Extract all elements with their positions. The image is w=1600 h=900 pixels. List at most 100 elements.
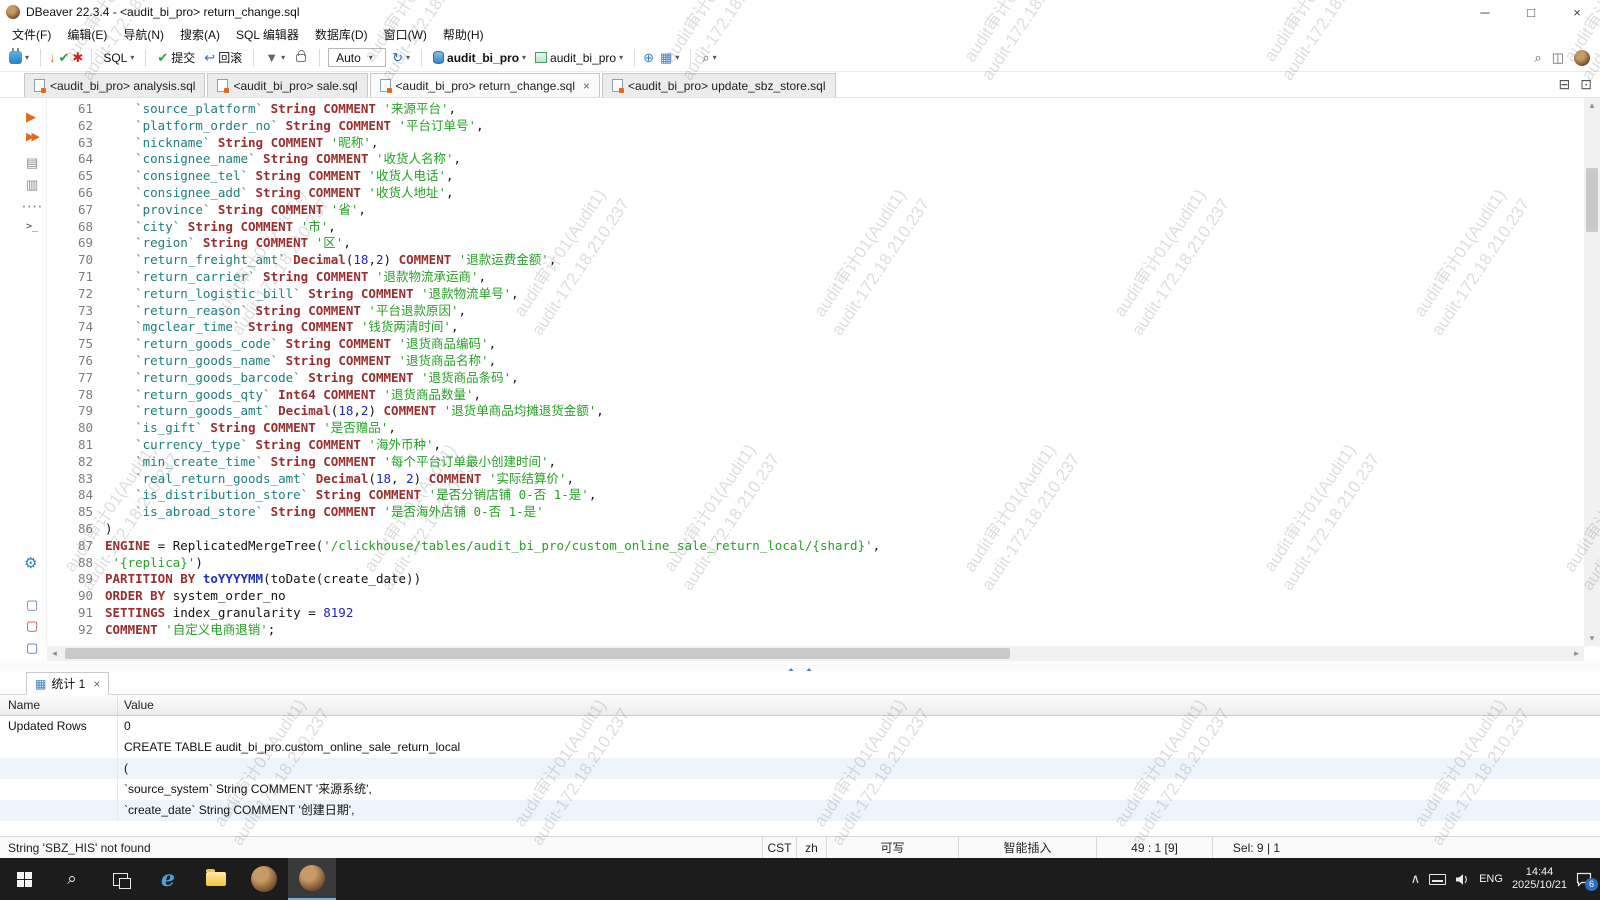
menu-item-6[interactable]: 窗口(W) (376, 24, 435, 45)
code-line[interactable]: ENGINE = ReplicatedMergeTree('/clickhous… (105, 538, 1584, 555)
stats-row[interactable]: Updated Rows0 (0, 716, 1600, 737)
export-result-icon[interactable]: ▥ (26, 178, 38, 191)
close-window-button[interactable]: × (1554, 0, 1600, 24)
panel-sash[interactable] (0, 661, 1600, 671)
code-line[interactable]: COMMENT '自定义电商退销'; (105, 622, 1584, 639)
code-line[interactable]: `consignee_name` String COMMENT '收货人名称', (105, 151, 1584, 168)
code-line[interactable]: `min_create_time` String COMMENT '每个平台订单… (105, 454, 1584, 471)
editor-tab[interactable]: <audit_bi_pro> sale.sql (207, 73, 367, 97)
query-log-icon[interactable]: ▢ (26, 641, 38, 654)
code-line[interactable]: `source_platform` String COMMENT '来源平台', (105, 101, 1584, 118)
task-view-button[interactable] (96, 858, 144, 900)
horizontal-scroll-thumb[interactable] (65, 648, 1010, 659)
grid-view-button[interactable]: ▦ ▾ (657, 49, 682, 66)
stats-row[interactable]: `source_system` String COMMENT '来源系统', (0, 779, 1600, 800)
navigator-icon[interactable]: ⊕ (643, 51, 654, 64)
start-button[interactable] (0, 858, 48, 900)
edge-browser-button[interactable]: e (144, 858, 192, 900)
code-line[interactable]: `return_carrier` String COMMENT '退款物流承运商… (105, 269, 1584, 286)
menu-item-3[interactable]: 搜索(A) (172, 24, 228, 45)
minimize-window-button[interactable]: ─ (1462, 0, 1508, 24)
code-line[interactable]: `return_goods_code` String COMMENT '退货商品… (105, 336, 1584, 353)
transaction-log-button[interactable]: ▼ ▾ (262, 49, 288, 66)
code-line[interactable]: `consignee_tel` String COMMENT '收货人电话', (105, 168, 1584, 185)
menu-item-7[interactable]: 帮助(H) (435, 24, 492, 45)
new-connection-button[interactable]: ▾ (6, 49, 32, 66)
code-line[interactable]: ) (105, 521, 1584, 538)
sql-menu-button[interactable]: SQL ▾ (100, 49, 137, 67)
horizontal-scrollbar[interactable]: ◂ ▸ (47, 646, 1584, 661)
refresh-button[interactable]: ↻ ▾ (389, 49, 413, 66)
error-log-icon[interactable]: ▢ (26, 619, 38, 632)
stats-row[interactable]: CREATE TABLE audit_bi_pro.custom_online_… (0, 737, 1600, 758)
file-explorer-button[interactable] (192, 858, 240, 900)
taskbar-search-button[interactable]: ⌕ (48, 858, 96, 900)
volume-icon[interactable] (1455, 873, 1470, 886)
code-line[interactable]: `region` String COMMENT '区', (105, 235, 1584, 252)
code-line[interactable]: `return_goods_qty` Int64 COMMENT '退货商品数量… (105, 387, 1584, 404)
code-line[interactable]: `province` String COMMENT '省', (105, 202, 1584, 219)
scroll-up-icon[interactable]: ▴ (1584, 98, 1600, 113)
clock[interactable]: 14:44 2025/10/21 (1512, 866, 1567, 892)
code-line[interactable]: `nickname` String COMMENT '昵称', (105, 135, 1584, 152)
code-line[interactable]: `platform_order_no` String COMMENT '平台订单… (105, 118, 1584, 135)
code-line[interactable]: `return_freight_amt` Decimal(18,2) COMME… (105, 252, 1584, 269)
menu-item-0[interactable]: 文件(F) (4, 24, 59, 45)
code-line[interactable]: SETTINGS index_granularity = 8192 (105, 605, 1584, 622)
pending-changes-icon[interactable]: ✱ (72, 51, 83, 64)
column-header-value[interactable]: Value (118, 695, 1600, 715)
toggle-panel-icon[interactable]: ◫ (1552, 51, 1564, 64)
editor-tab[interactable]: <audit_bi_pro> update_sbz_store.sql (602, 73, 835, 97)
menu-item-2[interactable]: 导航(N) (115, 24, 172, 45)
connection-select[interactable]: audit_bi_pro ▾ (430, 49, 529, 67)
code-line[interactable]: `mgclear_time` String COMMENT '钱货两清时间', (105, 319, 1584, 336)
touch-keyboard-icon[interactable] (1429, 874, 1446, 885)
rollback-button[interactable]: ↩ 回滚 (201, 47, 245, 68)
code-line[interactable]: `return_goods_barcode` String COMMENT '退… (105, 370, 1584, 387)
code-line[interactable]: '{replica}') (105, 555, 1584, 572)
code-line[interactable]: `return_goods_amt` Decimal(18,2) COMMENT… (105, 403, 1584, 420)
script-output-icon[interactable]: ▢ (26, 598, 38, 611)
code-line[interactable]: `return_logistic_bill` String COMMENT '退… (105, 286, 1584, 303)
column-header-name[interactable]: Name (0, 695, 118, 715)
close-tab-icon[interactable]: × (93, 677, 100, 691)
input-language-indicator[interactable]: ENG (1479, 873, 1503, 885)
vertical-scrollbar[interactable]: ▴ ▾ (1584, 98, 1600, 646)
code-line[interactable]: ORDER BY system_order_no (105, 588, 1584, 605)
code-line[interactable]: `consignee_add` String COMMENT '收货人地址', (105, 185, 1584, 202)
code-line[interactable]: PARTITION BY toYYYYMM(toDate(create_date… (105, 571, 1584, 588)
code-line[interactable]: `return_goods_name` String COMMENT '退货商品… (105, 353, 1584, 370)
close-tab-icon[interactable]: × (583, 79, 590, 93)
menu-item-1[interactable]: 编辑(E) (59, 24, 115, 45)
code-line[interactable]: `currency_type` String COMMENT '海外币种', (105, 437, 1584, 454)
editor-tab[interactable]: <audit_bi_pro> analysis.sql (24, 73, 205, 97)
stats-row[interactable]: ( (0, 758, 1600, 779)
minimize-editor-icon[interactable]: ⊟ (1559, 76, 1571, 93)
explain-plan-icon[interactable]: ▤ (26, 156, 38, 169)
scroll-left-icon[interactable]: ◂ (47, 646, 62, 661)
tray-expand-icon[interactable]: ∧ (1411, 871, 1421, 887)
menu-item-4[interactable]: SQL 编辑器 (228, 24, 307, 45)
open-console-icon[interactable]: >_ (26, 222, 38, 232)
maximize-editor-icon[interactable]: ⊡ (1580, 76, 1592, 93)
notification-center-icon[interactable]: 6 (1576, 872, 1592, 887)
scroll-right-icon[interactable]: ▸ (1569, 646, 1584, 661)
tab-statistics[interactable]: ▦ 统计 1 × (26, 672, 109, 695)
execute-statement-icon[interactable]: ▶ (26, 110, 36, 123)
code-line[interactable]: `is_gift` String COMMENT '是否赠品', (105, 420, 1584, 437)
dbeaver-app-button[interactable] (240, 858, 288, 900)
settings-gear-icon[interactable]: ⚙ (24, 556, 37, 571)
code-line[interactable]: `is_distribution_store` String COMMENT '… (105, 487, 1584, 504)
save-edit-icon[interactable]: ✔ (59, 51, 70, 64)
maximize-window-button[interactable]: □ (1508, 0, 1554, 24)
code-line[interactable]: `return_reason` String COMMENT '平台退款原因', (105, 303, 1584, 320)
dbeaver-active-app-button[interactable] (288, 858, 336, 900)
code-area[interactable]: `source_platform` String COMMENT '来源平台',… (105, 98, 1584, 646)
dbeaver-community-icon[interactable] (1574, 50, 1590, 66)
search-button[interactable]: ⌕ ▾ (699, 49, 719, 66)
menu-item-5[interactable]: 数据库(D) (307, 24, 376, 45)
stats-row[interactable]: `create_date` String COMMENT '创建日期', (0, 800, 1600, 821)
commit-button[interactable]: ✔ 提交 (154, 47, 198, 68)
quick-search-icon[interactable]: ⌕ (1534, 51, 1541, 64)
vertical-scroll-thumb[interactable] (1586, 168, 1598, 232)
